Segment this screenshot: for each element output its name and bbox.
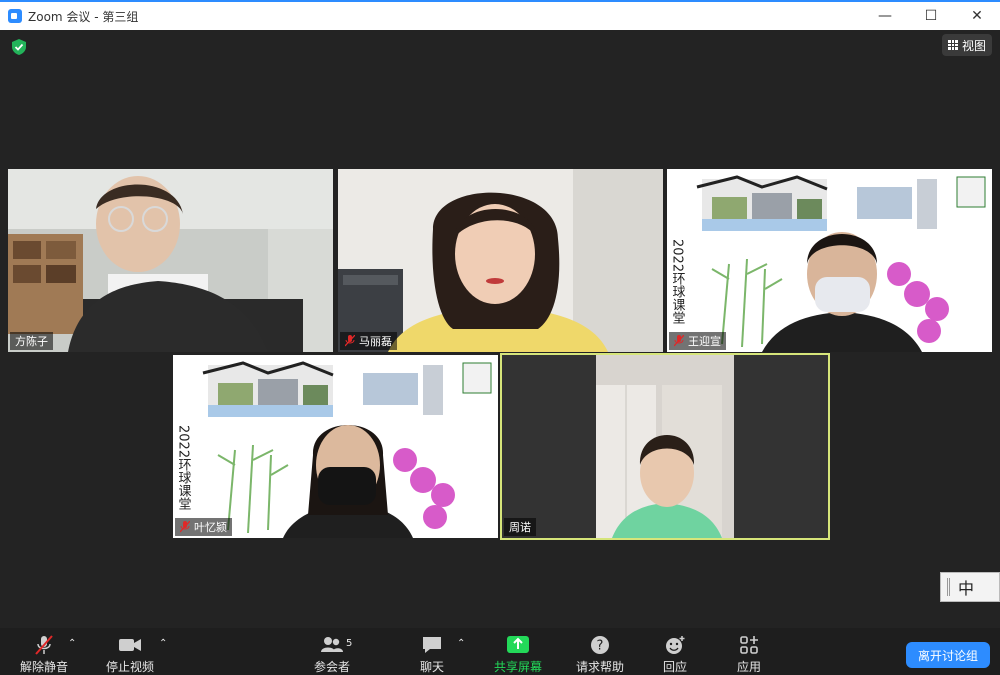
smiley-icon [664,634,686,656]
grid-icon [947,40,958,50]
participant-name-tag: 方陈子 [10,332,53,350]
participant-name-tag: 叶忆颍 [175,518,232,536]
apps-icon [738,634,760,656]
audio-options-caret-icon[interactable]: ⌃ [68,638,76,649]
video-tile-participant-4[interactable]: 2022环球课堂 叶忆颍 [173,355,498,538]
window-title: Zoom 会议 - 第三组 [28,9,139,24]
participant-name: 王迎宣 [688,335,721,348]
chat-label: 聊天 [419,660,444,674]
ime-mode-label: 中 [958,579,975,598]
stop-video-button[interactable]: 停止视频 [104,634,156,675]
participant-video [502,355,828,538]
share-screen-icon [506,634,530,656]
participant-virtual-background: 2022环球课堂 [173,355,498,538]
participant-name-tag: 马丽磊 [340,332,397,350]
unmute-button[interactable]: 解除静音 [18,634,70,675]
drag-handle-icon[interactable] [947,578,950,596]
participants-icon [319,634,345,656]
meeting-toolbar: 解除静音 ⌃ 停止视频 ⌃ 参会者 5 聊天 ⌃ 共享屏幕 ? 请求帮助 回应 … [0,628,1000,675]
background-caption: 2022环球课堂 [670,239,686,325]
participant-name: 方陈子 [15,335,48,348]
chat-options-caret-icon[interactable]: ⌃ [457,638,465,649]
microphone-muted-icon [33,634,55,656]
apps-label: 应用 [736,660,761,674]
share-screen-button[interactable]: 共享屏幕 [492,634,544,675]
participant-name-tag: 王迎宣 [669,332,726,350]
video-tile-participant-5[interactable]: 周诺 [500,353,830,540]
stop-video-label: 停止视频 [105,660,154,674]
view-label: 视图 [961,38,986,53]
zoom-window: Zoom 会议 - 第三组 — ☐ ✕ 视图 方陈子 马丽磊 2022环球课堂 … [0,0,1000,675]
participant-virtual-background: 2022环球课堂 [667,169,992,352]
participant-name-tag: 周诺 [504,518,536,536]
participant-video [338,169,663,352]
title-bar: Zoom 会议 - 第三组 — ☐ ✕ [0,0,1000,30]
participant-name: 叶忆颍 [194,521,227,534]
zoom-app-icon [8,9,22,23]
leave-breakout-room-button[interactable]: 离开讨论组 [905,642,990,668]
chat-button[interactable]: 聊天 [416,634,448,675]
share-screen-label: 共享屏幕 [493,660,542,674]
reactions-button[interactable]: 回应 [660,634,690,675]
svg-text:?: ? [597,639,604,654]
participant-video [8,169,333,352]
reactions-label: 回应 [662,660,687,674]
video-tile-participant-1[interactable]: 方陈子 [8,169,333,352]
participants-count: 5 [346,638,353,649]
view-button[interactable]: 视图 [941,34,992,56]
mic-muted-icon [180,521,190,533]
participants-label: 参会者 [313,660,350,674]
chat-bubble-icon [421,634,443,656]
participant-name: 周诺 [509,521,531,534]
maximize-button[interactable]: ☐ [908,2,954,30]
shield-icon[interactable] [10,38,28,56]
video-tile-participant-2[interactable]: 马丽磊 [338,169,663,352]
video-camera-icon [118,634,142,656]
unmute-label: 解除静音 [19,660,68,674]
video-options-caret-icon[interactable]: ⌃ [159,638,167,649]
close-button[interactable]: ✕ [954,2,1000,30]
mic-muted-icon [345,335,355,347]
ime-toolbar[interactable]: 中 [940,572,1000,602]
video-tile-participant-3[interactable]: 2022环球课堂 王迎宣 [667,169,992,352]
apps-button[interactable]: 应用 [734,634,764,675]
background-caption: 2022环球课堂 [176,425,192,511]
ask-for-help-label: 请求帮助 [575,660,624,674]
window-controls: — ☐ ✕ [862,2,1000,30]
question-mark-icon: ? [589,634,611,656]
ask-for-help-button[interactable]: ? 请求帮助 [574,634,626,675]
participant-name: 马丽磊 [359,335,392,348]
mic-muted-icon [674,335,684,347]
minimize-button[interactable]: — [862,2,908,30]
